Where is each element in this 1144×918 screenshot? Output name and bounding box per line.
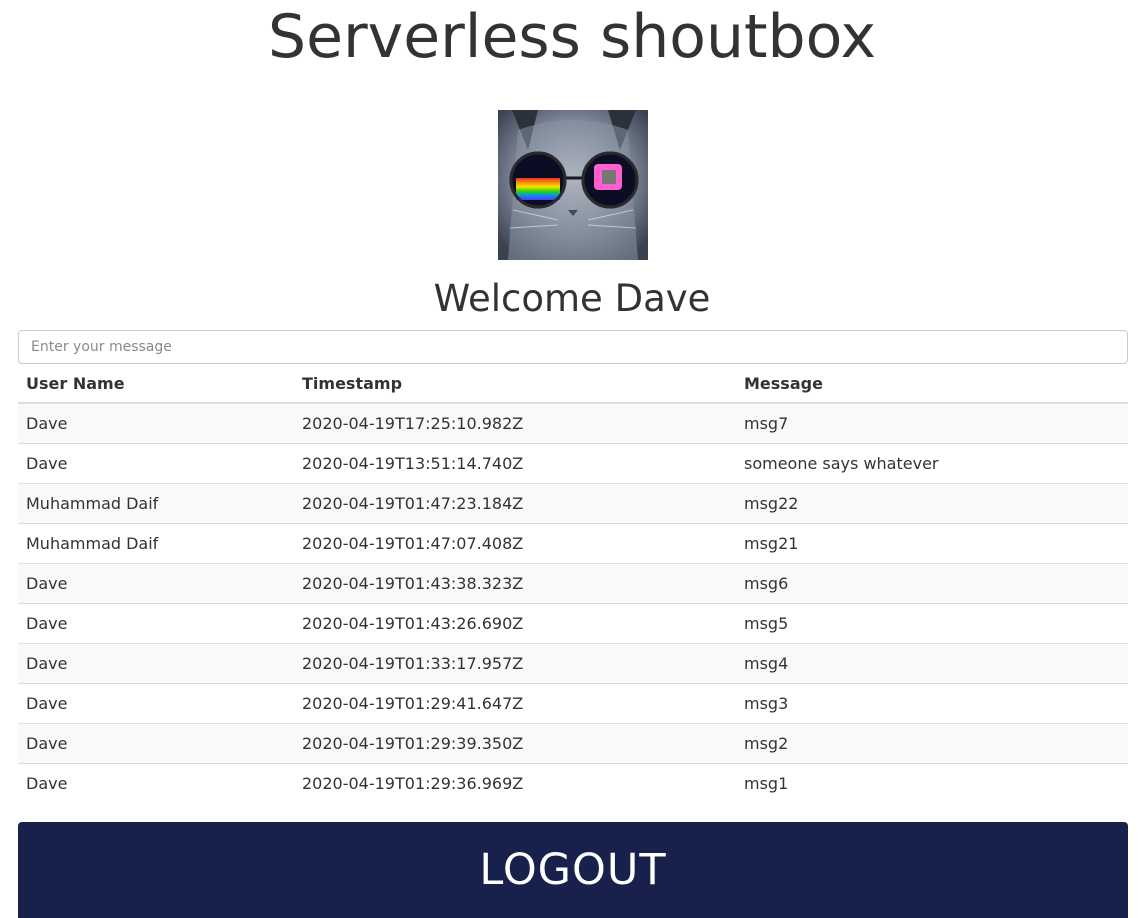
cell-timestamp: 2020-04-19T01:47:23.184Z (294, 483, 736, 524)
cell-timestamp: 2020-04-19T13:51:14.740Z (294, 443, 736, 484)
message-input[interactable] (18, 330, 1128, 364)
welcome-message: Welcome Dave (433, 277, 711, 320)
table-row: Dave 2020-04-19T01:43:38.323Z msg6 (18, 563, 1128, 604)
column-header-user-name: User Name (18, 364, 294, 404)
cell-user-name: Dave (18, 402, 294, 444)
table-row: Muhammad Daif 2020-04-19T01:47:07.408Z m… (18, 523, 1128, 564)
cell-user-name: Dave (18, 683, 294, 724)
cell-user-name: Dave (18, 763, 294, 803)
cell-message: msg2 (736, 723, 1128, 764)
cell-user-name: Muhammad Daif (18, 483, 294, 524)
cat-with-sunglasses-avatar-icon (498, 110, 648, 260)
cell-message: msg1 (736, 763, 1128, 803)
column-header-message: Message (736, 364, 1128, 404)
cell-message: msg3 (736, 683, 1128, 724)
table-row: Dave 2020-04-19T01:29:41.647Z msg3 (18, 683, 1128, 724)
cell-timestamp: 2020-04-19T01:29:41.647Z (294, 683, 736, 724)
cell-message: msg5 (736, 603, 1128, 644)
messages-table: User Name Timestamp Message Dave 2020-04… (18, 364, 1128, 803)
cell-timestamp: 2020-04-19T01:47:07.408Z (294, 523, 736, 564)
cell-message: msg7 (736, 402, 1128, 444)
table-row: Dave 2020-04-19T01:29:39.350Z msg2 (18, 723, 1128, 764)
cell-timestamp: 2020-04-19T01:29:36.969Z (294, 763, 736, 803)
cell-user-name: Dave (18, 563, 294, 604)
cell-timestamp: 2020-04-19T01:29:39.350Z (294, 723, 736, 764)
table-row: Muhammad Daif 2020-04-19T01:47:23.184Z m… (18, 483, 1128, 524)
column-header-timestamp: Timestamp (294, 364, 736, 404)
cell-user-name: Dave (18, 723, 294, 764)
cell-message: msg22 (736, 483, 1128, 524)
cell-user-name: Muhammad Daif (18, 523, 294, 564)
cell-user-name: Dave (18, 603, 294, 644)
cell-timestamp: 2020-04-19T01:43:38.323Z (294, 563, 736, 604)
cell-user-name: Dave (18, 443, 294, 484)
cell-timestamp: 2020-04-19T01:33:17.957Z (294, 643, 736, 684)
avatar (498, 110, 648, 260)
table-row: Dave 2020-04-19T01:43:26.690Z msg5 (18, 603, 1128, 644)
cell-message: msg6 (736, 563, 1128, 604)
cell-message: someone says whatever (736, 443, 1128, 484)
table-row: Dave 2020-04-19T13:51:14.740Z someone sa… (18, 443, 1128, 484)
table-row: Dave 2020-04-19T17:25:10.982Z msg7 (18, 402, 1128, 444)
table-header-row: User Name Timestamp Message (18, 364, 1128, 404)
cell-message: msg4 (736, 643, 1128, 684)
table-row: Dave 2020-04-19T01:29:36.969Z msg1 (18, 763, 1128, 803)
cell-user-name: Dave (18, 643, 294, 684)
logout-button[interactable]: LOGOUT (18, 822, 1128, 918)
cell-timestamp: 2020-04-19T01:43:26.690Z (294, 603, 736, 644)
page-title: Serverless shoutbox (268, 2, 876, 72)
page: Serverless shoutbox Welcome Dave Enter y… (0, 0, 1144, 918)
table-row: Dave 2020-04-19T01:33:17.957Z msg4 (18, 643, 1128, 684)
cell-timestamp: 2020-04-19T17:25:10.982Z (294, 402, 736, 444)
cell-message: msg21 (736, 523, 1128, 564)
